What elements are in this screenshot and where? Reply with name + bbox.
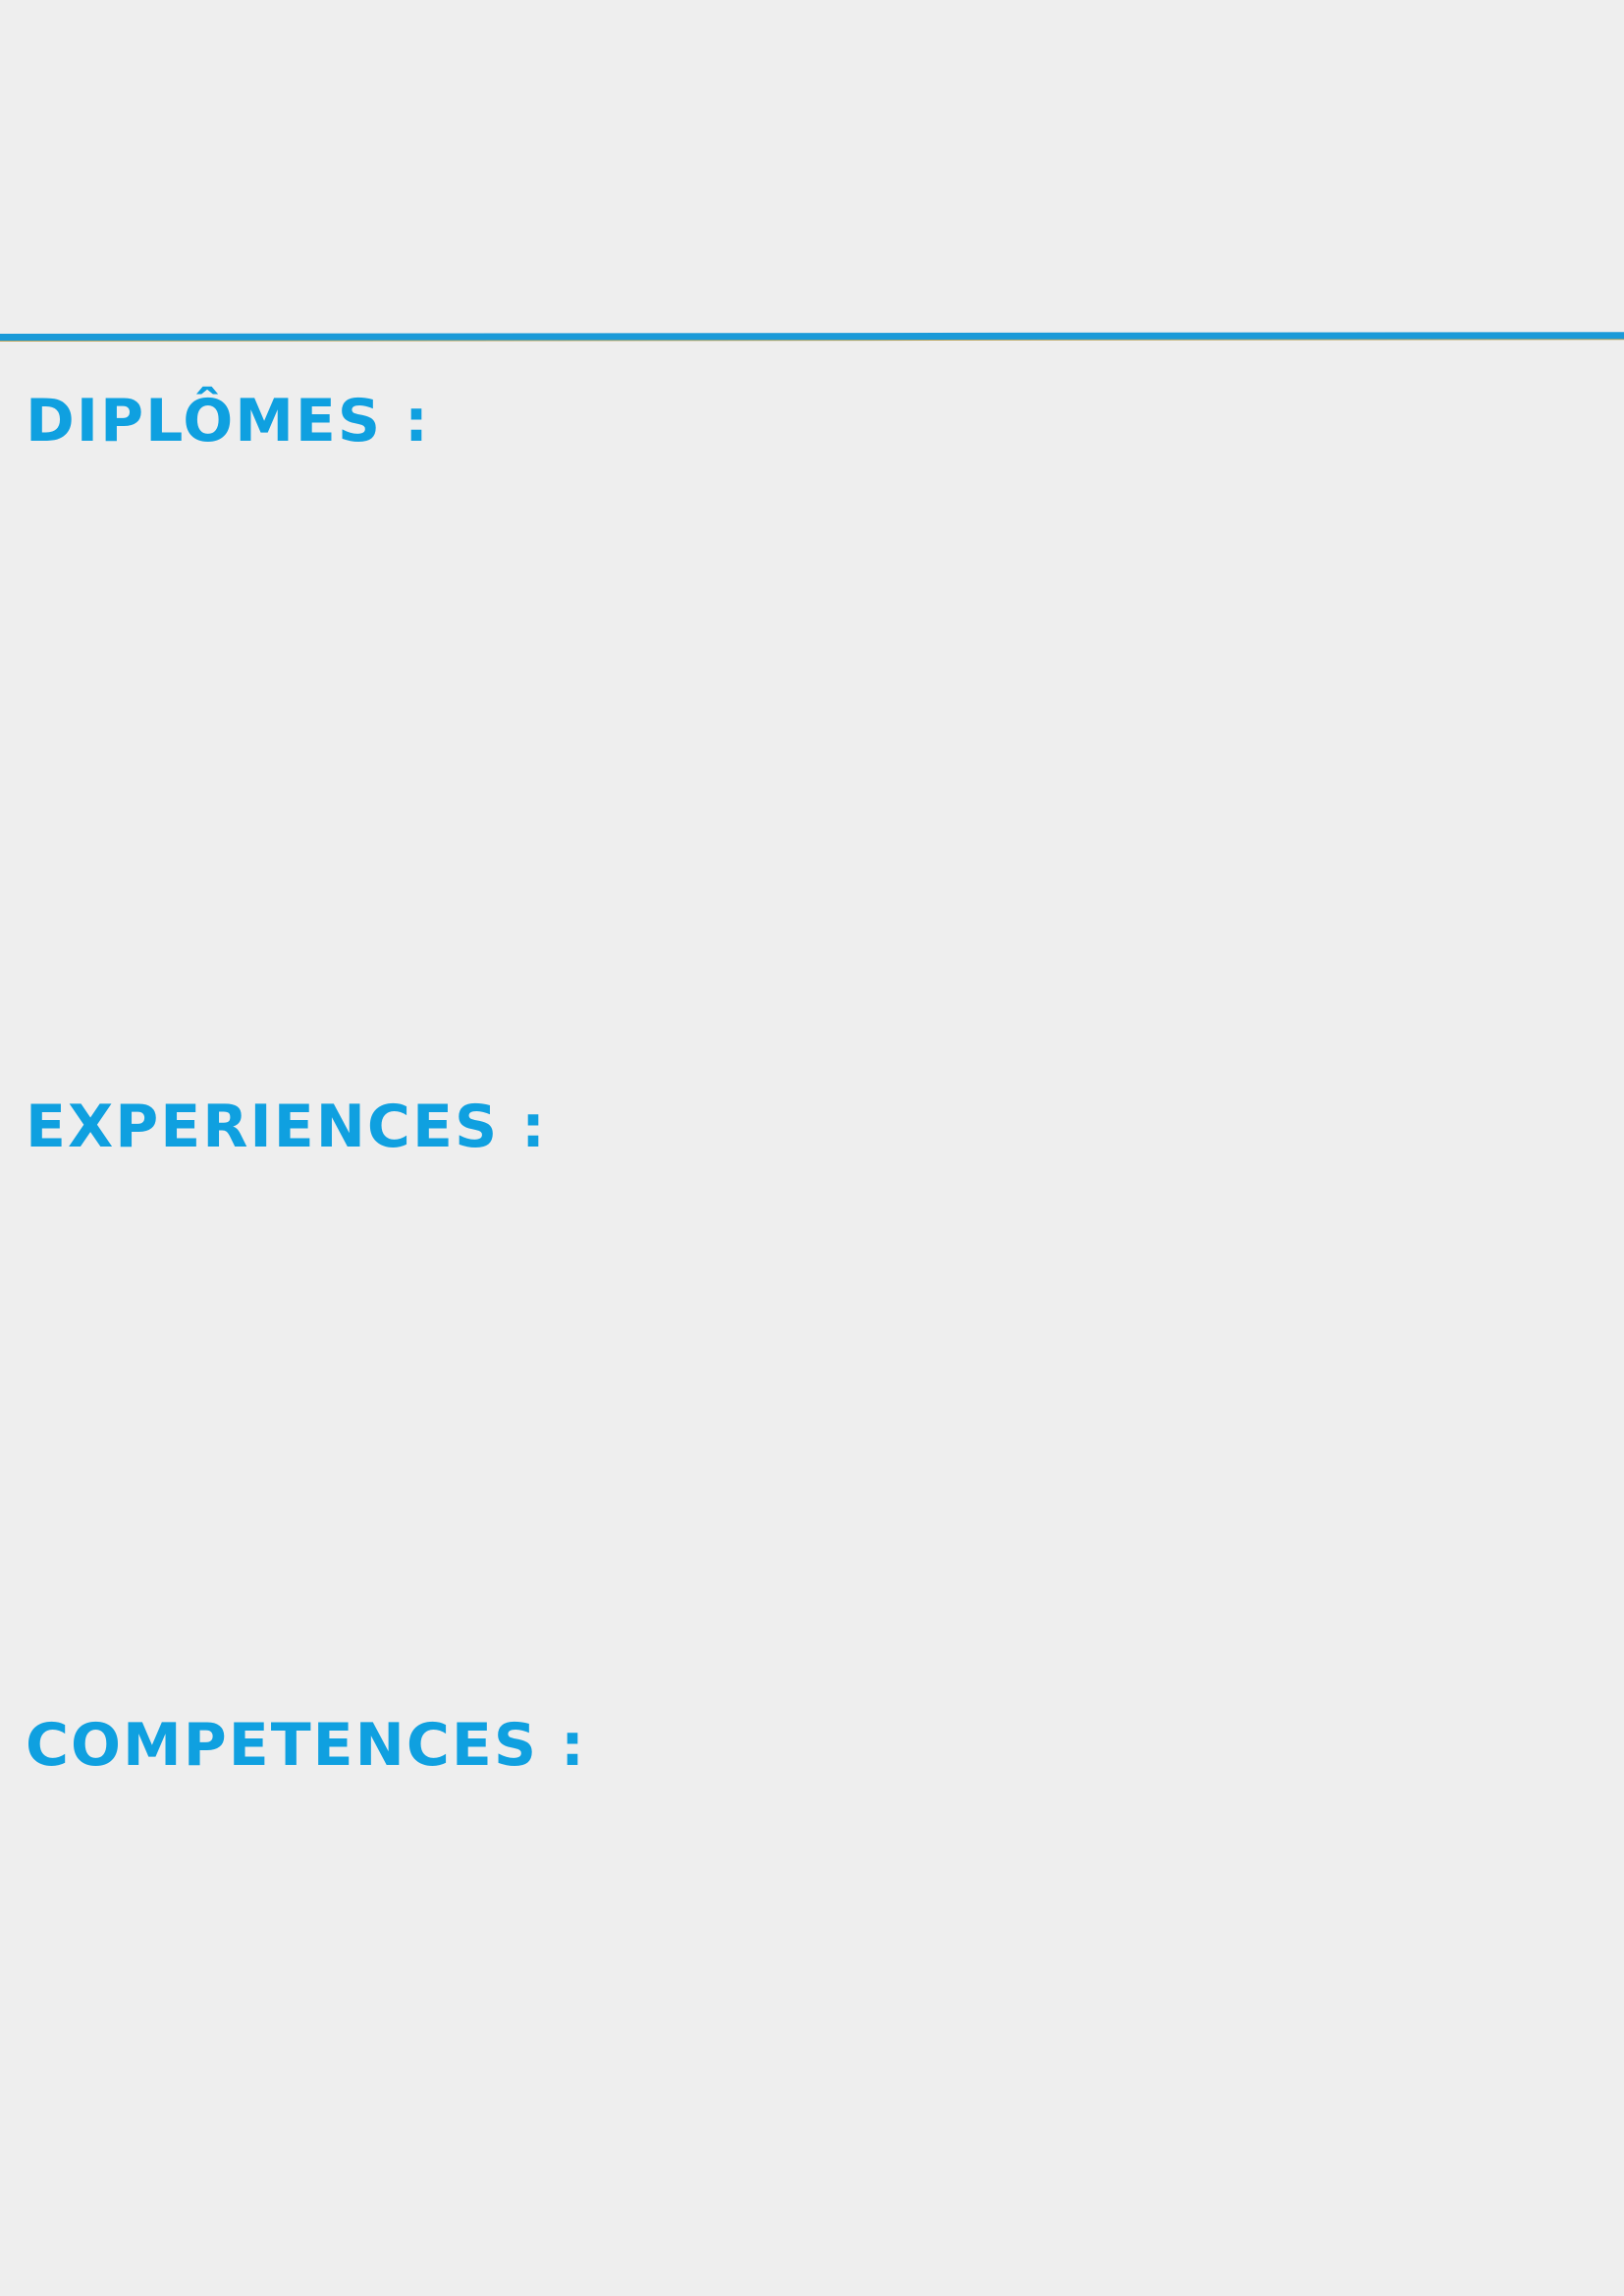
- experiences-section-body: [26, 1178, 1597, 1688]
- competences-section-body: [26, 1796, 1597, 2268]
- experiences-heading: EXPERIENCES :: [26, 1093, 548, 1161]
- header-divider: [0, 332, 1624, 341]
- header-area: [0, 0, 1624, 334]
- diplomes-section-body: [26, 471, 1597, 1060]
- cv-page: DIPLÔMES : EXPERIENCES : COMPETENCES :: [0, 0, 1624, 2296]
- competences-heading: COMPETENCES :: [26, 1711, 586, 1780]
- diplomes-heading: DIPLÔMES :: [26, 387, 430, 455]
